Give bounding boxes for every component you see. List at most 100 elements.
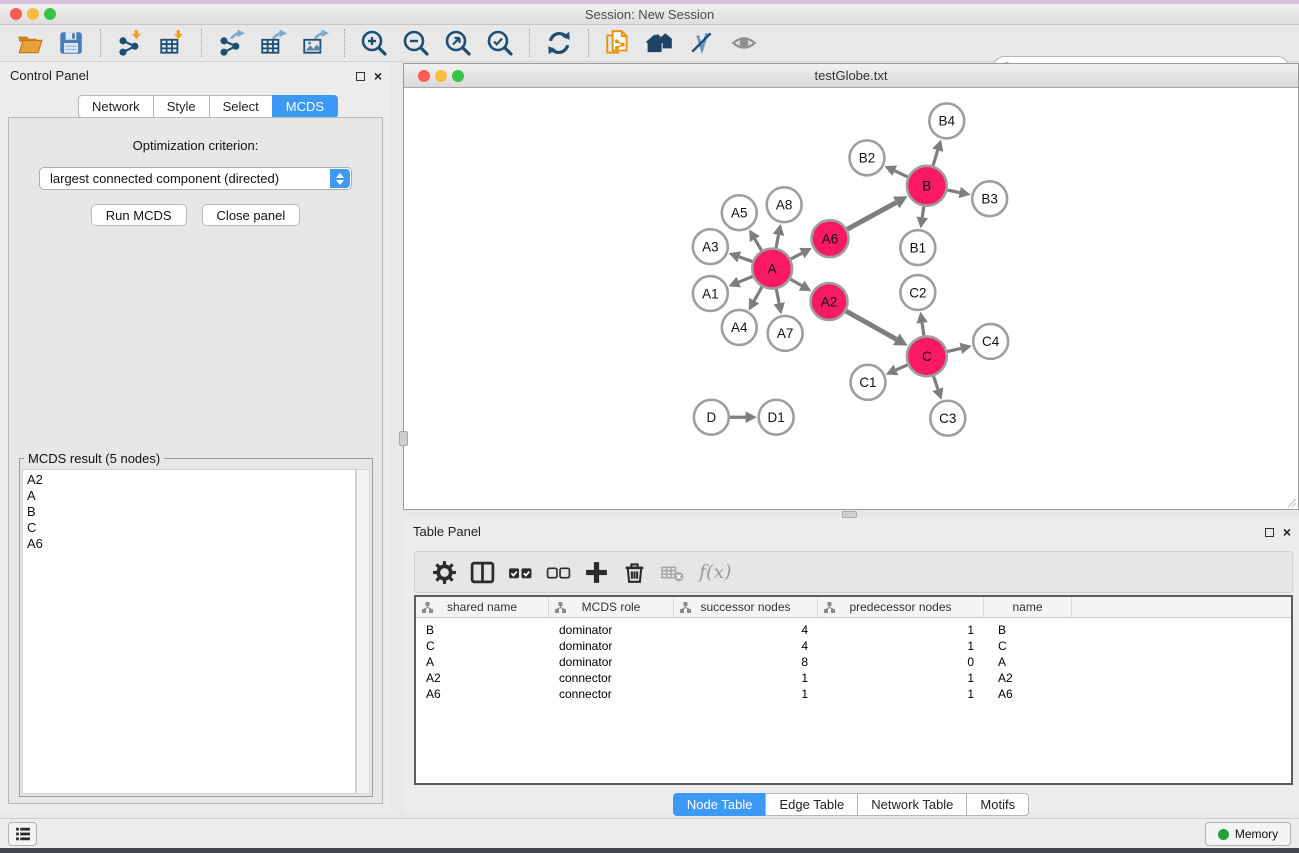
zoom-traffic-light[interactable] <box>44 8 56 20</box>
list-item[interactable]: A6 <box>27 536 355 552</box>
graph-edge-A-A2[interactable] <box>790 279 801 286</box>
select-all-button[interactable] <box>505 557 535 587</box>
import-table-button[interactable] <box>157 28 187 58</box>
zoom-selected-button[interactable] <box>485 28 515 58</box>
float-panel-icon[interactable] <box>356 72 365 81</box>
add-row-button[interactable] <box>581 557 611 587</box>
graph-edge-C-C4[interactable] <box>947 348 961 351</box>
graph-edge-C-C1[interactable] <box>896 365 908 370</box>
list-item[interactable]: A2 <box>27 472 355 488</box>
column-header-name[interactable]: name <box>984 597 1072 617</box>
table-row[interactable]: A2 connector 1 1 A2 <box>416 670 1291 686</box>
tab-network[interactable]: Network <box>78 95 154 118</box>
close-panel-button[interactable]: Close panel <box>202 204 301 226</box>
graph-edge-B-B4[interactable] <box>933 150 938 166</box>
tab-edge-table[interactable]: Edge Table <box>765 793 858 816</box>
optimization-criterion-dropdown[interactable]: largest connected component (directed) <box>39 167 352 190</box>
list-item[interactable]: A <box>27 488 355 504</box>
network-window-titlebar[interactable]: testGlobe.txt <box>404 64 1298 88</box>
graph-edge-B-B3[interactable] <box>947 190 959 193</box>
column-header-mcds-role[interactable]: MCDS role <box>549 597 674 617</box>
window-titlebar[interactable]: Session: New Session <box>0 4 1299 25</box>
horizontal-splitter-handle[interactable] <box>842 511 857 518</box>
graph-edge-A-A1[interactable] <box>739 276 753 282</box>
function-builder-button[interactable]: f(x) <box>699 561 732 583</box>
mcds-result-list[interactable]: A2 A B C A6 <box>22 469 356 794</box>
network-minimize-traffic-light[interactable] <box>435 70 447 82</box>
graph-edge-arrowhead <box>932 387 943 399</box>
column-header-successor-nodes[interactable]: successor nodes <box>674 597 818 617</box>
tab-style[interactable]: Style <box>153 95 210 118</box>
graph-node-label: B4 <box>939 114 956 129</box>
graph-edge-C-C3[interactable] <box>934 376 938 389</box>
graph-node-label: A5 <box>731 205 747 220</box>
graph-edge-C-C2[interactable] <box>922 323 924 336</box>
hide-graphics-details-button[interactable] <box>687 28 717 58</box>
zoom-out-button[interactable] <box>401 28 431 58</box>
open-file-button[interactable] <box>14 28 44 58</box>
column-header-shared-name[interactable]: shared name <box>416 597 549 617</box>
table-row[interactable]: A dominator 8 0 A <box>416 654 1291 670</box>
import-network-button[interactable] <box>115 28 145 58</box>
run-mcds-button[interactable]: Run MCDS <box>91 204 187 226</box>
list-item[interactable]: B <box>27 504 355 520</box>
show-column-button[interactable] <box>467 557 497 587</box>
delete-column-icon <box>659 559 686 586</box>
eye-icon <box>730 29 758 57</box>
graph-edge-B-B2[interactable] <box>895 171 908 177</box>
graph-edge-A-A6[interactable] <box>791 253 802 259</box>
column-header-predecessor-nodes[interactable]: predecessor nodes <box>818 597 984 617</box>
network-zoom-traffic-light[interactable] <box>452 70 464 82</box>
close-traffic-light[interactable] <box>10 8 22 20</box>
graph-edge-arrowhead <box>746 411 757 423</box>
graph-edge-B-B1[interactable] <box>922 207 924 218</box>
zoom-in-button[interactable] <box>359 28 389 58</box>
unselect-all-button[interactable] <box>543 557 573 587</box>
float-panel-icon[interactable] <box>1265 528 1274 537</box>
table-row[interactable]: A6 connector 1 1 A6 <box>416 686 1291 702</box>
table-row[interactable]: B dominator 4 1 B <box>416 622 1291 638</box>
close-panel-icon[interactable]: × <box>1283 528 1291 537</box>
window-title: Session: New Session <box>585 7 714 22</box>
close-panel-icon[interactable]: × <box>374 72 382 81</box>
graph-edge-A6-B[interactable] <box>847 203 896 230</box>
columns-icon <box>469 559 496 586</box>
network-close-traffic-light[interactable] <box>418 70 430 82</box>
tab-motifs[interactable]: Motifs <box>966 793 1029 816</box>
table-settings-button[interactable] <box>429 557 459 587</box>
list-item[interactable]: C <box>27 520 355 536</box>
graph-edge-A2-C[interactable] <box>846 311 896 339</box>
table-row[interactable]: C dominator 4 1 C <box>416 638 1291 654</box>
graph-edge-A-A4[interactable] <box>754 287 762 301</box>
refresh-button[interactable] <box>544 28 574 58</box>
graph-edge-A-A5[interactable] <box>755 239 762 250</box>
export-table-button[interactable] <box>258 28 288 58</box>
memory-button[interactable]: Memory <box>1205 822 1291 846</box>
tab-network-table[interactable]: Network Table <box>857 793 967 816</box>
tab-mcds[interactable]: MCDS <box>272 95 338 118</box>
graph-node-label: A1 <box>702 286 718 301</box>
result-scrollbar[interactable] <box>356 469 370 794</box>
clone-network-button[interactable] <box>603 28 633 58</box>
home-button[interactable] <box>645 28 675 58</box>
resize-grip-icon[interactable] <box>1285 496 1297 508</box>
minimize-traffic-light[interactable] <box>27 8 39 20</box>
vertical-splitter-handle[interactable] <box>399 431 408 446</box>
save-session-button[interactable] <box>56 28 86 58</box>
delete-column-button[interactable] <box>657 557 687 587</box>
tab-node-table[interactable]: Node Table <box>673 793 767 816</box>
tab-select[interactable]: Select <box>209 95 273 118</box>
export-image-button[interactable] <box>300 28 330 58</box>
export-network-button[interactable] <box>216 28 246 58</box>
show-task-history-button[interactable] <box>8 822 37 846</box>
network-graph[interactable]: B4B2BB3A8A5A6B1A3AA1C2A2A4A7C4CC1C3DD1 <box>404 89 1298 509</box>
graph-edge-A-A7[interactable] <box>776 289 779 303</box>
graph-edge-A-A3[interactable] <box>739 257 752 262</box>
delete-row-button[interactable] <box>619 557 649 587</box>
network-canvas[interactable]: B4B2BB3A8A5A6B1A3AA1C2A2A4A7C4CC1C3DD1 <box>404 89 1298 509</box>
graph-edge-arrowhead <box>916 312 927 324</box>
show-graphics-details-button[interactable] <box>729 28 759 58</box>
list-icon <box>14 825 32 843</box>
graph-edge-A-A8[interactable] <box>776 235 778 248</box>
zoom-fit-button[interactable] <box>443 28 473 58</box>
